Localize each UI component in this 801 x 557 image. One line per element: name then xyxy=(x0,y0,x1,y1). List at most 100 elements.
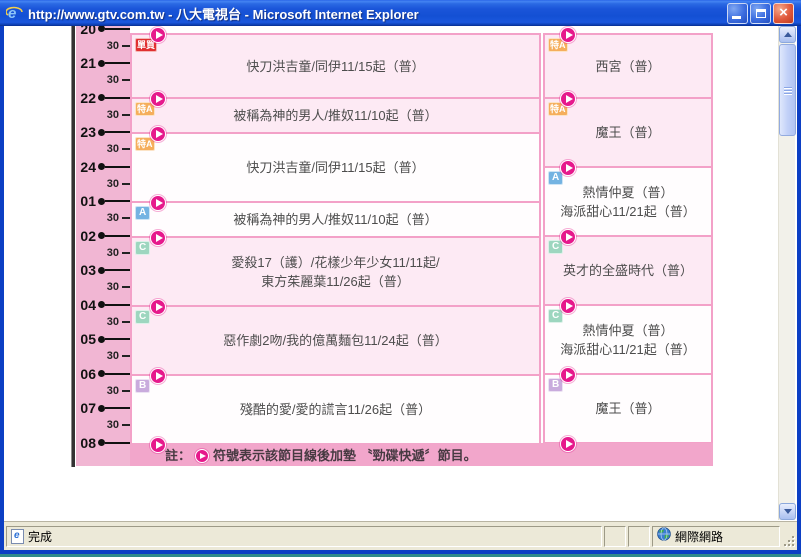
hour-dot xyxy=(98,301,105,308)
time-hour-row: 22 xyxy=(76,90,130,106)
arrow-up-icon xyxy=(784,32,792,37)
half-hour-tick xyxy=(122,183,130,185)
schedule-right-column: 特A西宮（普）特A魔王（普）A熱情仲夏（普）海派甜心11/21起（普）C英才的全… xyxy=(543,33,713,444)
minimize-button[interactable] xyxy=(727,3,748,24)
schedule-note-bar: 註：符號表示該節目線後加墊 〝勁碟快遞〞節目。 xyxy=(130,443,713,466)
half-hour-tick xyxy=(122,217,130,219)
hour-label: 07 xyxy=(80,400,96,416)
time-half-hour-row: 30 xyxy=(76,314,130,330)
status-panel-spacer-1 xyxy=(604,526,626,547)
internet-explorer-icon: e xyxy=(6,4,24,22)
program-title: 熱情仲夏（普） xyxy=(582,183,673,202)
program-title: 魔王（普） xyxy=(595,123,660,142)
hour-dot xyxy=(98,198,105,205)
status-panel-zone: 網際網路 xyxy=(652,526,780,547)
hour-dot xyxy=(98,232,105,239)
rating-badge: C xyxy=(135,310,150,324)
program-title: 熱情仲夏（普） xyxy=(582,321,673,340)
scrollbar-thumb[interactable] xyxy=(779,44,796,136)
time-half-hour-row: 30 xyxy=(76,210,130,226)
scroll-up-button[interactable] xyxy=(779,26,796,43)
hour-line xyxy=(105,62,130,64)
half-hour-tick xyxy=(122,79,130,81)
half-hour-label: 30 xyxy=(107,385,119,397)
hour-dot xyxy=(98,129,105,136)
hour-line xyxy=(105,235,130,237)
hour-label: 02 xyxy=(80,228,96,244)
vertical-scrollbar[interactable] xyxy=(778,26,795,520)
time-column: 2030213022302330243001300230033004300530… xyxy=(76,26,130,466)
time-hour-row: 08 xyxy=(76,435,130,451)
half-hour-label: 30 xyxy=(107,40,119,52)
program-cell: C愛殺17（護）/花樣少年少女11/11起/東方茱麗葉11/26起（普） xyxy=(132,238,539,307)
scroll-down-button[interactable] xyxy=(779,503,796,520)
half-hour-tick xyxy=(122,355,130,357)
program-cell: A被稱為神的男人/推奴11/10起（普） xyxy=(132,203,539,238)
play-icon xyxy=(560,160,576,176)
program-cell: 特A快刀洪吉童/同伊11/15起（普） xyxy=(132,134,539,203)
play-icon xyxy=(150,437,166,453)
schedule-left-column: 單買快刀洪吉童/同伊11/15起（普）特A被稱為神的男人/推奴11/10起（普）… xyxy=(130,33,541,445)
play-icon xyxy=(150,27,166,43)
time-hour-row: 07 xyxy=(76,400,130,416)
hour-label: 23 xyxy=(80,124,96,140)
program-cell: B 殘酷的愛/愛的謊言11/26起（普） xyxy=(132,376,539,445)
status-bar: 完成 網際網路 xyxy=(4,521,797,550)
hour-line xyxy=(105,442,130,444)
half-hour-label: 30 xyxy=(107,212,119,224)
program-cell: 單買快刀洪吉童/同伊11/15起（普） xyxy=(132,35,539,99)
rating-badge: B xyxy=(135,379,150,393)
time-hour-row: 02 xyxy=(76,228,130,244)
hour-label: 08 xyxy=(80,435,96,451)
close-icon: × xyxy=(779,5,788,20)
resize-grip[interactable] xyxy=(782,534,795,547)
internet-zone-text: 網際網路 xyxy=(675,528,723,545)
program-title: 海派甜心11/21起（普） xyxy=(560,202,696,221)
half-hour-label: 30 xyxy=(107,247,119,259)
half-hour-label: 30 xyxy=(107,419,119,431)
hour-dot xyxy=(98,405,105,412)
status-panel-main: 完成 xyxy=(6,526,602,547)
hour-line xyxy=(105,269,130,271)
time-hour-row: 23 xyxy=(76,124,130,140)
internet-globe-icon xyxy=(657,527,671,546)
time-half-hour-row: 30 xyxy=(76,348,130,364)
hour-dot xyxy=(98,26,105,32)
half-hour-label: 30 xyxy=(107,143,119,155)
hour-line xyxy=(105,373,130,375)
time-hour-row: 06 xyxy=(76,366,130,382)
hour-label: 21 xyxy=(80,55,96,71)
half-hour-label: 30 xyxy=(107,316,119,328)
arrow-down-icon xyxy=(784,509,792,514)
window-title: http://www.gtv.com.tw - 八大電視台 - Microsof… xyxy=(28,4,727,23)
time-hour-row: 05 xyxy=(76,331,130,347)
play-icon xyxy=(150,126,166,142)
half-hour-tick xyxy=(122,45,130,47)
time-hour-row: 21 xyxy=(76,55,130,71)
hour-label: 20 xyxy=(80,26,96,37)
browser-window: e http://www.gtv.com.tw - 八大電視台 - Micros… xyxy=(0,0,801,557)
program-title: 魔王（普） xyxy=(595,399,660,418)
program-cell: C熱情仲夏（普）海派甜心11/21起（普） xyxy=(545,306,711,375)
play-icon xyxy=(560,367,576,383)
play-icon xyxy=(150,299,166,315)
program-cell: A熱情仲夏（普）海派甜心11/21起（普） xyxy=(545,168,711,237)
program-title: 愛殺17（護）/花樣少年少女11/11起/ xyxy=(231,253,439,272)
half-hour-tick xyxy=(122,252,130,254)
time-hour-row: 03 xyxy=(76,262,130,278)
time-half-hour-row: 30 xyxy=(76,141,130,157)
program-title: 被稱為神的男人/推奴11/10起（普） xyxy=(233,106,437,125)
program-title: 惡作劇2吻/我的億萬麵包11/24起（普） xyxy=(223,331,447,350)
time-hour-row: 20 xyxy=(76,26,130,37)
play-icon xyxy=(150,230,166,246)
title-bar[interactable]: e http://www.gtv.com.tw - 八大電視台 - Micros… xyxy=(0,0,801,26)
half-hour-label: 30 xyxy=(107,281,119,293)
hour-line xyxy=(105,304,130,306)
time-half-hour-row: 30 xyxy=(76,176,130,192)
maximize-button[interactable] xyxy=(750,3,771,24)
close-button[interactable]: × xyxy=(773,3,794,24)
play-icon xyxy=(150,195,166,211)
time-half-hour-row: 30 xyxy=(76,107,130,123)
page-done-icon xyxy=(11,529,24,544)
program-title: 殘酷的愛/愛的謊言11/26起（普） xyxy=(240,400,431,419)
